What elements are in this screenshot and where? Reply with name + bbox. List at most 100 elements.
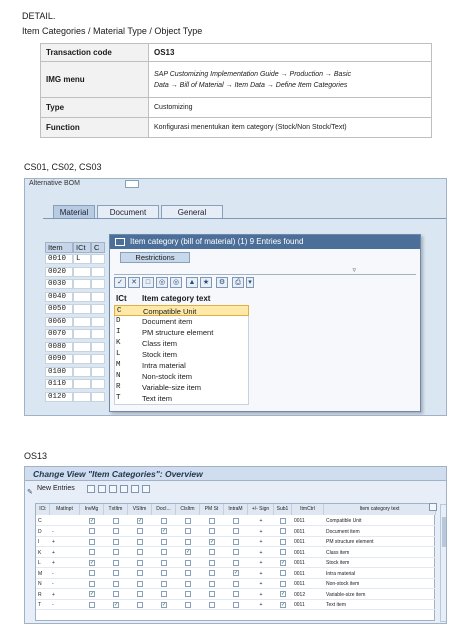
column-header[interactable]: ItmCtrl bbox=[292, 504, 324, 515]
checkbox[interactable] bbox=[113, 559, 119, 566]
table-row[interactable]: T - ✓ ✓ + ✓ 0011 Text item bbox=[36, 600, 436, 610]
restrictions-tab[interactable]: Restrictions bbox=[120, 252, 190, 263]
confirm-icon[interactable]: ✓ bbox=[114, 277, 126, 288]
checkbox[interactable] bbox=[137, 591, 143, 598]
vertical-scrollbar[interactable] bbox=[440, 504, 446, 622]
list-item[interactable]: N Non-stock item bbox=[114, 371, 249, 382]
find-icon[interactable]: ◎ bbox=[156, 277, 168, 288]
item-category-cell[interactable] bbox=[73, 279, 91, 289]
item-category-cell[interactable] bbox=[73, 391, 91, 402]
sign-cell[interactable]: + bbox=[260, 602, 263, 608]
tab-material[interactable]: Material bbox=[53, 205, 95, 219]
item-number-cell[interactable]: 0020 bbox=[45, 266, 73, 277]
find-next-icon[interactable]: ◎ bbox=[170, 277, 182, 288]
sign-cell[interactable]: + bbox=[260, 529, 263, 535]
column-header[interactable]: PM St bbox=[200, 504, 224, 515]
copy-icon[interactable] bbox=[87, 485, 95, 493]
checkbox[interactable] bbox=[233, 591, 239, 598]
checkbox[interactable]: ✓ bbox=[280, 591, 286, 598]
item-category-cell[interactable] bbox=[73, 354, 91, 364]
column-header[interactable]: VSItm bbox=[128, 504, 152, 515]
checkbox[interactable] bbox=[209, 591, 215, 598]
material-input-cell[interactable]: + bbox=[50, 548, 80, 558]
checkbox[interactable] bbox=[161, 517, 167, 524]
checkbox[interactable]: ✓ bbox=[233, 570, 239, 577]
item-number-cell[interactable]: 0110 bbox=[45, 379, 73, 389]
checkbox[interactable] bbox=[185, 528, 191, 535]
new-entries-button[interactable]: New Entries bbox=[37, 482, 75, 496]
table-row[interactable]: L + ✓ + ✓ 0011 Stock item bbox=[36, 558, 436, 568]
checkbox[interactable] bbox=[161, 549, 167, 556]
checkbox[interactable] bbox=[137, 570, 143, 577]
item-category-cell[interactable] bbox=[73, 291, 91, 302]
checkbox[interactable] bbox=[233, 580, 239, 587]
checkbox[interactable]: ✓ bbox=[161, 528, 167, 535]
item-category-cell[interactable] bbox=[73, 366, 91, 377]
item-number-cell[interactable]: 0030 bbox=[45, 279, 73, 289]
checkbox[interactable] bbox=[161, 580, 167, 587]
material-input-cell[interactable]: + bbox=[50, 558, 80, 568]
checkbox[interactable]: ✓ bbox=[209, 538, 215, 545]
checkbox[interactable] bbox=[113, 570, 119, 577]
checkbox[interactable] bbox=[209, 549, 215, 556]
material-input-cell[interactable]: - bbox=[50, 579, 80, 589]
sign-cell[interactable]: + bbox=[260, 581, 263, 587]
tab-general[interactable]: General bbox=[161, 205, 223, 219]
component-cell[interactable] bbox=[91, 379, 105, 389]
component-cell[interactable] bbox=[91, 304, 105, 314]
checkbox[interactable] bbox=[89, 538, 95, 545]
checkbox[interactable] bbox=[89, 549, 95, 556]
column-header[interactable]: IntraM bbox=[224, 504, 248, 515]
list-item[interactable]: M Intra material bbox=[114, 360, 249, 371]
item-number-cell[interactable]: 0100 bbox=[45, 366, 73, 377]
checkbox[interactable] bbox=[113, 517, 119, 524]
table-row[interactable]: M - ✓ +0011 Intra material bbox=[36, 569, 436, 579]
checkbox[interactable] bbox=[137, 559, 143, 566]
checkbox[interactable] bbox=[233, 538, 239, 545]
table-row[interactable]: K + ✓ +0011 Class item bbox=[36, 548, 436, 558]
list-item[interactable]: I PM structure element bbox=[114, 327, 249, 338]
checkbox[interactable] bbox=[113, 549, 119, 556]
checkbox[interactable] bbox=[185, 580, 191, 587]
select-block-icon[interactable] bbox=[131, 485, 139, 493]
checkbox[interactable] bbox=[185, 591, 191, 598]
column-header[interactable]: ICt bbox=[36, 504, 50, 515]
alternative-bom-field[interactable] bbox=[125, 180, 139, 188]
material-input-cell[interactable]: - bbox=[50, 600, 80, 610]
checkbox[interactable] bbox=[233, 601, 239, 608]
select-all-icon[interactable] bbox=[120, 485, 128, 493]
cancel-icon[interactable]: ✕ bbox=[128, 277, 140, 288]
material-input-cell[interactable]: + bbox=[50, 537, 80, 547]
item-number-cell[interactable]: 0120 bbox=[45, 391, 73, 402]
list-item[interactable]: T Text item bbox=[114, 393, 249, 404]
item-category-cell[interactable] bbox=[73, 341, 91, 352]
checkbox[interactable] bbox=[209, 570, 215, 577]
checkbox[interactable]: ✓ bbox=[137, 517, 143, 524]
favorites-icon[interactable]: ★ bbox=[200, 277, 212, 288]
component-cell[interactable] bbox=[91, 279, 105, 289]
table-settings-icon[interactable] bbox=[429, 503, 437, 511]
column-header[interactable]: InvMg bbox=[80, 504, 104, 515]
item-number-cell[interactable]: 0060 bbox=[45, 316, 73, 327]
material-input-cell[interactable]: - bbox=[50, 527, 80, 537]
checkbox[interactable] bbox=[113, 591, 119, 598]
checkbox[interactable] bbox=[209, 601, 215, 608]
table-row[interactable]: D - ✓ +0011 Document item bbox=[36, 527, 436, 537]
table-row[interactable]: R + ✓ + ✓ 0012 Variable-size item bbox=[36, 590, 436, 600]
checkbox[interactable]: ✓ bbox=[280, 559, 286, 566]
column-header[interactable]: ClsItm bbox=[176, 504, 200, 515]
column-header[interactable]: Sub1 bbox=[274, 504, 292, 515]
copy-icon[interactable]: □ bbox=[142, 277, 154, 288]
filter-triangle-icon[interactable]: ▿ bbox=[352, 266, 356, 274]
checkbox[interactable] bbox=[280, 538, 286, 545]
table-row[interactable]: N - +0011 Non-stock item bbox=[36, 579, 436, 589]
checkbox[interactable] bbox=[185, 559, 191, 566]
checkbox[interactable] bbox=[233, 517, 239, 524]
checkbox[interactable] bbox=[137, 538, 143, 545]
checkbox[interactable] bbox=[185, 517, 191, 524]
material-input-cell[interactable] bbox=[50, 516, 80, 526]
column-header[interactable]: DocI... bbox=[152, 504, 176, 515]
checkbox[interactable] bbox=[209, 559, 215, 566]
checkbox[interactable] bbox=[280, 528, 286, 535]
print-icon[interactable]: ⎙ bbox=[232, 277, 244, 288]
